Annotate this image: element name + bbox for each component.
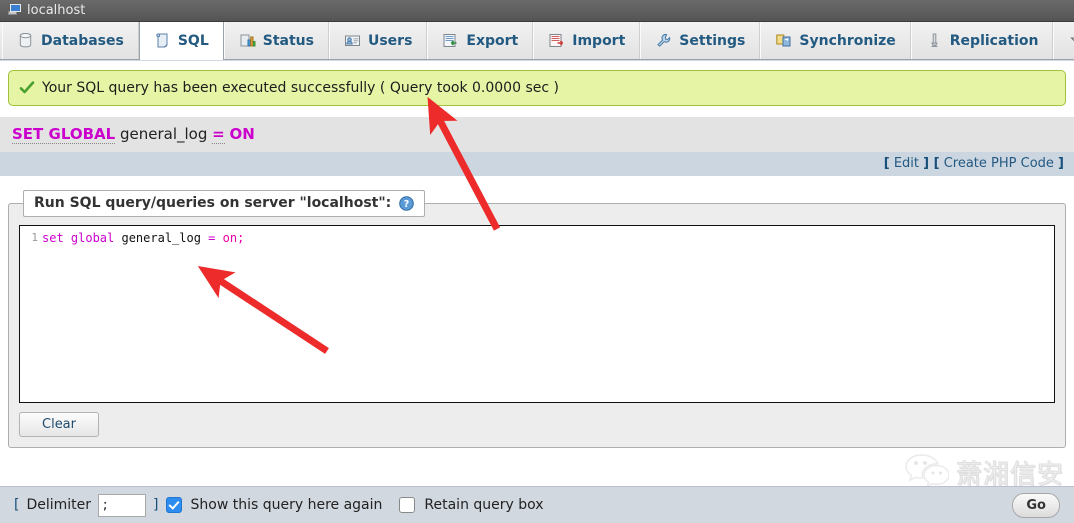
tab-label: Databases (41, 32, 124, 49)
code-token-identifier: general_log (114, 231, 209, 245)
tab-label: Export (466, 32, 519, 49)
bracket-close: ] (153, 497, 159, 513)
synchronize-icon (775, 32, 792, 49)
tab-databases[interactable]: Databases (2, 22, 139, 59)
create-php-code-link[interactable]: Create PHP Code (944, 156, 1054, 171)
editor-code-content[interactable]: set global general_log = on; (42, 226, 1054, 402)
sql-keyword: SET GLOBAL (12, 125, 116, 144)
users-card-icon (344, 32, 361, 49)
editor-line-number: 1 (31, 231, 38, 244)
replication-icon (926, 32, 943, 49)
legend-text: Run SQL query/queries on server "localho… (34, 195, 392, 211)
tab-label: Status (262, 32, 314, 49)
clear-button[interactable]: Clear (19, 412, 99, 437)
run-sql-query-legend: Run SQL query/queries on server "localho… (23, 190, 426, 217)
editor-actions-row: Clear (19, 412, 1055, 437)
tab-status[interactable]: Status (223, 22, 329, 59)
bracket-middle: ] [ (923, 156, 940, 171)
window-title: localhost (27, 3, 86, 18)
tab-label: SQL (177, 32, 209, 49)
delimiter-input[interactable] (98, 493, 147, 517)
tab-label: Settings (679, 32, 746, 49)
sql-action-links: [ Edit ] [ Create PHP Code ] (0, 152, 1074, 176)
export-icon (442, 32, 459, 49)
bracket-close: ] (1058, 156, 1064, 171)
code-token-keyword: set global (42, 231, 115, 245)
status-banner-message: Your SQL query has been executed success… (42, 80, 559, 96)
tab-more[interactable]: More (1053, 22, 1074, 59)
code-token-atom: on; (215, 231, 245, 245)
main-navigation-tabs: Databases SQL Status Users Export Import… (0, 22, 1074, 60)
tab-label: Replication (949, 32, 1039, 49)
retain-query-label: Retain query box (424, 497, 544, 513)
monitor-icon (8, 3, 22, 18)
sql-identifier: general_log (119, 125, 208, 143)
help-question-icon[interactable]: ? (399, 195, 415, 211)
sql-code-editor[interactable]: 1 set global general_log = on; (19, 225, 1055, 403)
database-icon (17, 32, 34, 49)
tab-export[interactable]: Export (427, 22, 534, 59)
delimiter-label: Delimiter (26, 497, 92, 513)
green-check-icon (19, 80, 35, 96)
query-form-wrapper: Run SQL query/queries on server "localho… (0, 176, 1074, 448)
executed-sql-display: SET GLOBAL general_log = ON (0, 117, 1074, 152)
bracket-open: [ (883, 156, 890, 171)
bracket-open: [ (14, 497, 20, 513)
sql-value: ON (229, 125, 255, 143)
tab-replication[interactable]: Replication (910, 22, 1054, 59)
tab-label: Synchronize (799, 32, 896, 49)
tab-users[interactable]: Users (328, 22, 428, 59)
query-options-bar: [ Delimiter ] Show this query here again… (0, 486, 1074, 523)
svg-text:?: ? (404, 199, 410, 210)
tab-label: Users (367, 32, 413, 49)
chevron-down-icon (1068, 32, 1074, 49)
edit-query-link[interactable]: Edit (894, 156, 919, 171)
tab-import[interactable]: Import (533, 22, 641, 59)
import-icon (548, 32, 565, 49)
status-chart-icon (239, 32, 256, 49)
retain-query-checkbox[interactable] (399, 497, 416, 513)
tab-label: Import (572, 32, 626, 49)
tab-settings[interactable]: Settings (640, 22, 761, 59)
sql-scroll-icon (154, 32, 171, 49)
run-sql-query-panel: Run SQL query/queries on server "localho… (8, 190, 1066, 448)
window-title-bar: localhost (0, 0, 1074, 22)
tab-sql[interactable]: SQL (138, 22, 224, 60)
status-banner-success: Your SQL query has been executed success… (8, 70, 1066, 106)
show-query-label: Show this query here again (190, 497, 383, 513)
page-content: Your SQL query has been executed success… (0, 61, 1074, 523)
sql-operator: = (212, 125, 225, 144)
go-button[interactable]: Go (1012, 493, 1060, 518)
wrench-icon (655, 32, 672, 49)
tab-synchronize[interactable]: Synchronize (760, 22, 911, 59)
show-query-checkbox[interactable] (165, 497, 182, 513)
